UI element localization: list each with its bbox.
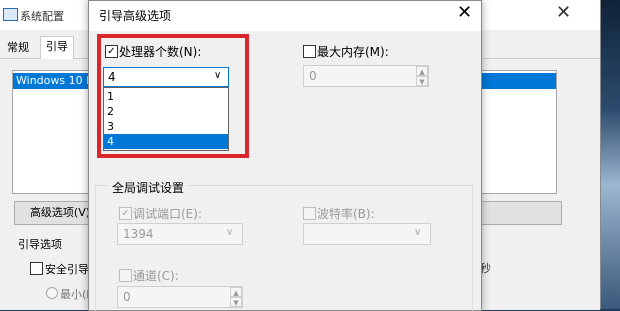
- baud-rate-select[interactable]: ∨: [303, 223, 431, 245]
- spin-up-icon[interactable]: ▲: [230, 287, 242, 297]
- max-memory-label: 最大内存(M):: [317, 45, 389, 59]
- baud-rate-label: 波特率(B):: [317, 207, 375, 221]
- app-icon: [3, 8, 18, 21]
- channel-value: 0: [123, 290, 131, 304]
- channel-checkbox[interactable]: [119, 269, 132, 282]
- debug-port-checkbox[interactable]: ✓: [119, 207, 132, 220]
- debug-port-select[interactable]: 1394 ∨: [117, 223, 243, 245]
- highlight-box: [97, 34, 249, 158]
- debug-settings-title: 全局调试设置: [109, 179, 188, 196]
- boot-options-label: 引导选项: [18, 238, 62, 251]
- max-memory-value: 0: [309, 69, 317, 83]
- chevron-down-icon: ∨: [414, 227, 422, 238]
- max-memory-input[interactable]: 0 ▲ ▼: [303, 65, 429, 87]
- baud-rate-checkbox[interactable]: [303, 207, 316, 220]
- debug-port-value: 1394: [123, 227, 154, 241]
- spin-down-icon[interactable]: ▼: [416, 76, 428, 86]
- boot-advanced-options-dialog: 引导高级选项 ✕ ✓ 处理器个数(N): 4 ∨ 1 2 3 4 最大内存(M)…: [88, 0, 482, 311]
- safe-boot-checkbox[interactable]: [30, 262, 43, 275]
- tab-boot[interactable]: 引导: [40, 36, 74, 59]
- channel-label: 通道(C):: [133, 269, 179, 283]
- window-title: 系统配置: [20, 10, 64, 23]
- channel-input[interactable]: 0 ▲ ▼: [117, 286, 243, 308]
- desktop-wallpaper: [600, 0, 620, 309]
- safe-boot-label: 安全引导(: [45, 263, 94, 276]
- dialog-title: 引导高级选项: [99, 9, 172, 23]
- set-default-button[interactable]: [480, 201, 562, 225]
- close-icon[interactable]: ✕: [457, 2, 472, 23]
- minimal-radio[interactable]: [46, 287, 58, 299]
- chevron-down-icon: ∨: [226, 227, 234, 238]
- tab-general[interactable]: 常规: [2, 38, 34, 58]
- os-list-continuation: [480, 70, 557, 194]
- spin-up-icon[interactable]: ▲: [416, 66, 428, 76]
- max-memory-checkbox[interactable]: [303, 45, 316, 58]
- os-list-item-highlight: [480, 73, 556, 89]
- debug-port-label: 调试端口(E):: [133, 207, 202, 221]
- close-icon[interactable]: ✕: [556, 2, 571, 23]
- spin-down-icon[interactable]: ▼: [230, 297, 242, 307]
